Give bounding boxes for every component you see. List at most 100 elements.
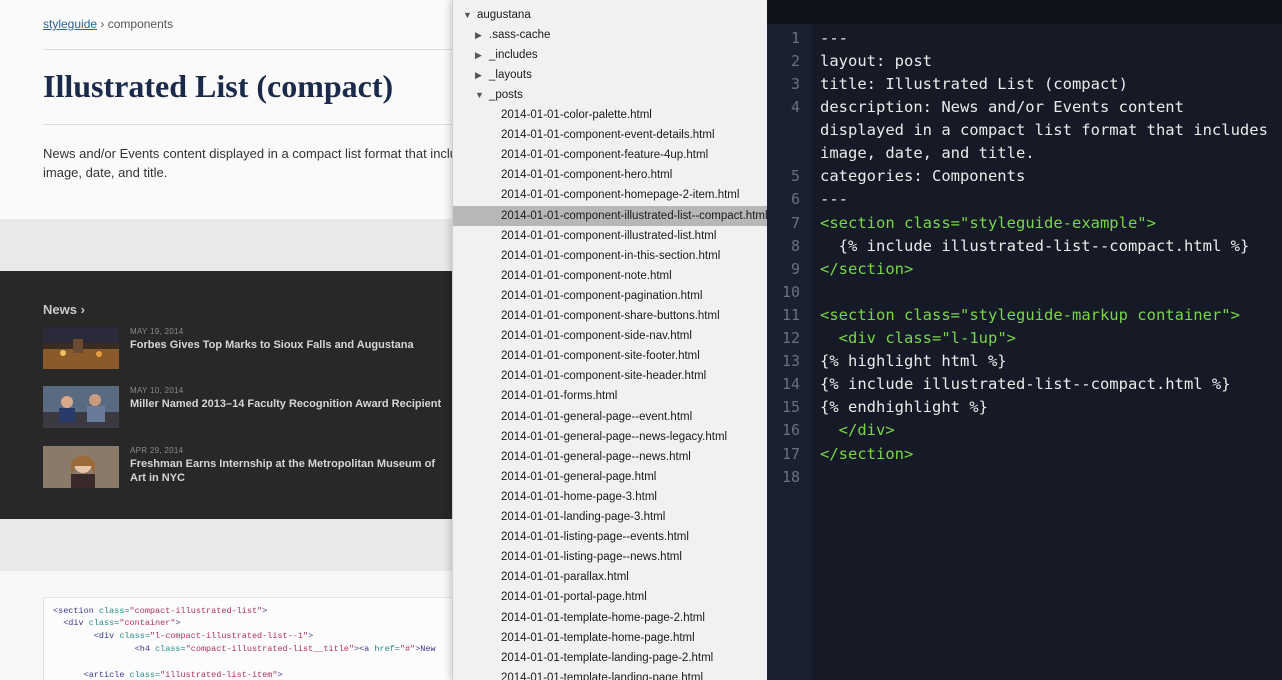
news-thumbnail-image: [43, 386, 119, 428]
tree-folder[interactable]: ▶ .sass-cache: [453, 25, 767, 45]
tag-token: "styleguide-markup container": [960, 305, 1231, 324]
tag-token: class=: [904, 213, 960, 232]
code-line: <div class="l-1up">: [820, 327, 1275, 350]
tree-file[interactable]: 2014-01-01-component-share-buttons.html: [453, 306, 767, 326]
tree-folder[interactable]: ▶ _layouts: [453, 65, 767, 85]
code-token: class=: [98, 606, 130, 616]
code-token: >New: [415, 644, 436, 654]
tree-item-label: 2014-01-01-component-event-details.html: [501, 129, 715, 142]
line-number: 9: [790, 259, 800, 278]
news-heading-link[interactable]: News ›: [43, 302, 85, 317]
tree-item-label: 2014-01-01-component-hero.html: [501, 169, 673, 182]
news-item[interactable]: MAY 10, 2014 Miller Named 2013–14 Facult…: [43, 386, 443, 430]
tag-token: <section: [820, 305, 904, 324]
tree-file[interactable]: 2014-01-01-listing-page--events.html: [453, 527, 767, 547]
code-token: href=: [374, 644, 400, 654]
tree-file[interactable]: 2014-01-01-portal-page.html: [453, 587, 767, 607]
line-number: 12: [781, 329, 800, 347]
code-line: <h4 class="compact-illustrated-list__tit…: [53, 644, 436, 654]
line-number: 3: [790, 75, 800, 94]
breadcrumb-styleguide-link[interactable]: styleguide: [43, 17, 97, 31]
tree-file[interactable]: 2014-01-01-general-page--event.html: [453, 407, 767, 427]
tree-item-label: 2014-01-01-template-home-page.html: [501, 631, 695, 644]
tree-file[interactable]: 2014-01-01-component-in-this-section.htm…: [453, 246, 767, 266]
tree-folder[interactable]: ▶ _includes: [453, 45, 767, 65]
tree-file[interactable]: 2014-01-01-component-event-details.html: [453, 125, 767, 145]
line-number: 14: [781, 375, 800, 394]
tree-item-label: 2014-01-01-listing-page--news.html: [501, 551, 682, 564]
news-date: MAY 19, 2014: [130, 327, 184, 336]
code-token: <section: [53, 606, 99, 616]
tree-folder-open[interactable]: ▼ _posts: [453, 85, 767, 105]
tree-file[interactable]: 2014-01-01-component-site-header.html: [453, 366, 767, 386]
tree-file[interactable]: 2014-01-01-component-illustrated-list--c…: [453, 205, 767, 226]
tree-item-label: 2014-01-01-component-side-nav.html: [501, 330, 692, 343]
text-token: layout: post: [820, 52, 932, 71]
markup-code-block: <section class="compact-illustrated-list…: [43, 597, 452, 680]
tree-file[interactable]: 2014-01-01-template-home-page.html: [453, 628, 767, 648]
tree-file[interactable]: 2014-01-01-component-feature-4up.html: [453, 145, 767, 165]
tree-folder-root[interactable]: ▼ augustana: [453, 5, 767, 25]
disclosure-open-icon[interactable]: ▼: [475, 85, 484, 105]
tree-item-label: augustana: [477, 9, 531, 21]
code-line: <article class="illustrated-list-item">: [53, 670, 283, 680]
news-headline: Freshman Earns Internship at the Metropo…: [130, 458, 435, 484]
line-number: 2: [790, 52, 800, 71]
code-line: </section>: [820, 443, 1275, 466]
tree-file[interactable]: 2014-01-01-component-pagination.html: [453, 286, 767, 306]
code-token: "illustrated-list-item": [160, 670, 278, 680]
tree-item-label: 2014-01-01-landing-page-3.html: [501, 511, 666, 523]
code-line: <section class="styleguide-example">: [820, 212, 1275, 235]
tree-file[interactable]: 2014-01-01-component-site-footer.html: [453, 346, 767, 366]
tree-file[interactable]: 2014-01-01-listing-page--news.html: [453, 547, 767, 567]
tree-file[interactable]: 2014-01-01-landing-page-3.html: [453, 507, 767, 527]
tree-item-label: 2014-01-01-portal-page.html: [501, 591, 647, 604]
tag-token: <div: [838, 329, 886, 347]
line-number: 17: [781, 444, 800, 463]
tag-token: "styleguide-example": [960, 213, 1147, 232]
page-header: [0, 0, 452, 219]
news-item[interactable]: APR 29, 2014 Freshman Earns Internship a…: [43, 446, 443, 490]
line-number: 7: [790, 213, 800, 232]
tree-file[interactable]: 2014-01-01-general-page--news-legacy.htm…: [453, 427, 767, 447]
breadcrumb-separator: ›: [100, 17, 105, 31]
tree-item-label: 2014-01-01-template-landing-page-2.html: [501, 651, 714, 664]
code-token: >: [175, 618, 181, 628]
tree-file[interactable]: 2014-01-01-general-page--news.html: [453, 447, 767, 467]
tree-file[interactable]: 2014-01-01-color-palette.html: [453, 105, 767, 125]
tree-item-label: 2014-01-01-color-palette.html: [501, 109, 652, 121]
code-line: description: News and/or Events content …: [820, 96, 1275, 165]
tree-item-label: _posts: [489, 89, 523, 101]
code-token: >: [277, 670, 283, 680]
disclosure-open-icon[interactable]: ▼: [463, 5, 472, 25]
tree-file[interactable]: 2014-01-01-component-side-nav.html: [453, 326, 767, 346]
disclosure-closed-icon[interactable]: ▶: [475, 65, 482, 85]
text-token: title: Illustrated List (compact): [820, 75, 1128, 94]
tree-file[interactable]: 2014-01-01-component-hero.html: [453, 165, 767, 185]
line-number: 1: [790, 29, 800, 47]
tree-file[interactable]: 2014-01-01-template-landing-page-2.html: [453, 648, 767, 668]
code-line: {% include illustrated-list--compact.htm…: [820, 235, 1275, 258]
text-token: {% highlight html %}: [820, 352, 1007, 371]
code-token: class=: [155, 644, 186, 654]
tree-file[interactable]: 2014-01-01-component-note.html: [453, 266, 767, 286]
disclosure-closed-icon[interactable]: ▶: [475, 45, 482, 65]
tree-file[interactable]: 2014-01-01-component-illustrated-list.ht…: [453, 226, 767, 246]
code-line: ---: [820, 27, 1275, 50]
breadcrumb-current: components: [107, 17, 174, 31]
tree-file[interactable]: 2014-01-01-template-landing-page.html: [453, 668, 767, 680]
news-item[interactable]: MAY 19, 2014 Forbes Gives Top Marks to S…: [43, 327, 443, 371]
text-token: description: News and/or Events content …: [820, 98, 1278, 163]
disclosure-closed-icon[interactable]: ▶: [475, 25, 482, 45]
tree-file[interactable]: 2014-01-01-general-page.html: [453, 467, 767, 487]
tree-file[interactable]: 2014-01-01-component-homepage-2-item.htm…: [453, 185, 767, 205]
code-editor[interactable]: 1 2 3 4 5 6 7 8 9 10 11 12 13 14 15 16 17 18 --- layout: p…: [767, 0, 1282, 680]
code-line: ---: [820, 188, 1275, 211]
tree-item-label: 2014-01-01-component-share-buttons.html: [501, 310, 720, 322]
news-date: MAY 10, 2014: [130, 386, 184, 395]
tree-file[interactable]: 2014-01-01-template-home-page-2.html: [453, 608, 767, 628]
line-number: 13: [781, 352, 800, 371]
tree-file[interactable]: 2014-01-01-forms.html: [453, 386, 767, 406]
tree-file[interactable]: 2014-01-01-parallax.html: [453, 567, 767, 587]
tree-file[interactable]: 2014-01-01-home-page-3.html: [453, 487, 767, 507]
